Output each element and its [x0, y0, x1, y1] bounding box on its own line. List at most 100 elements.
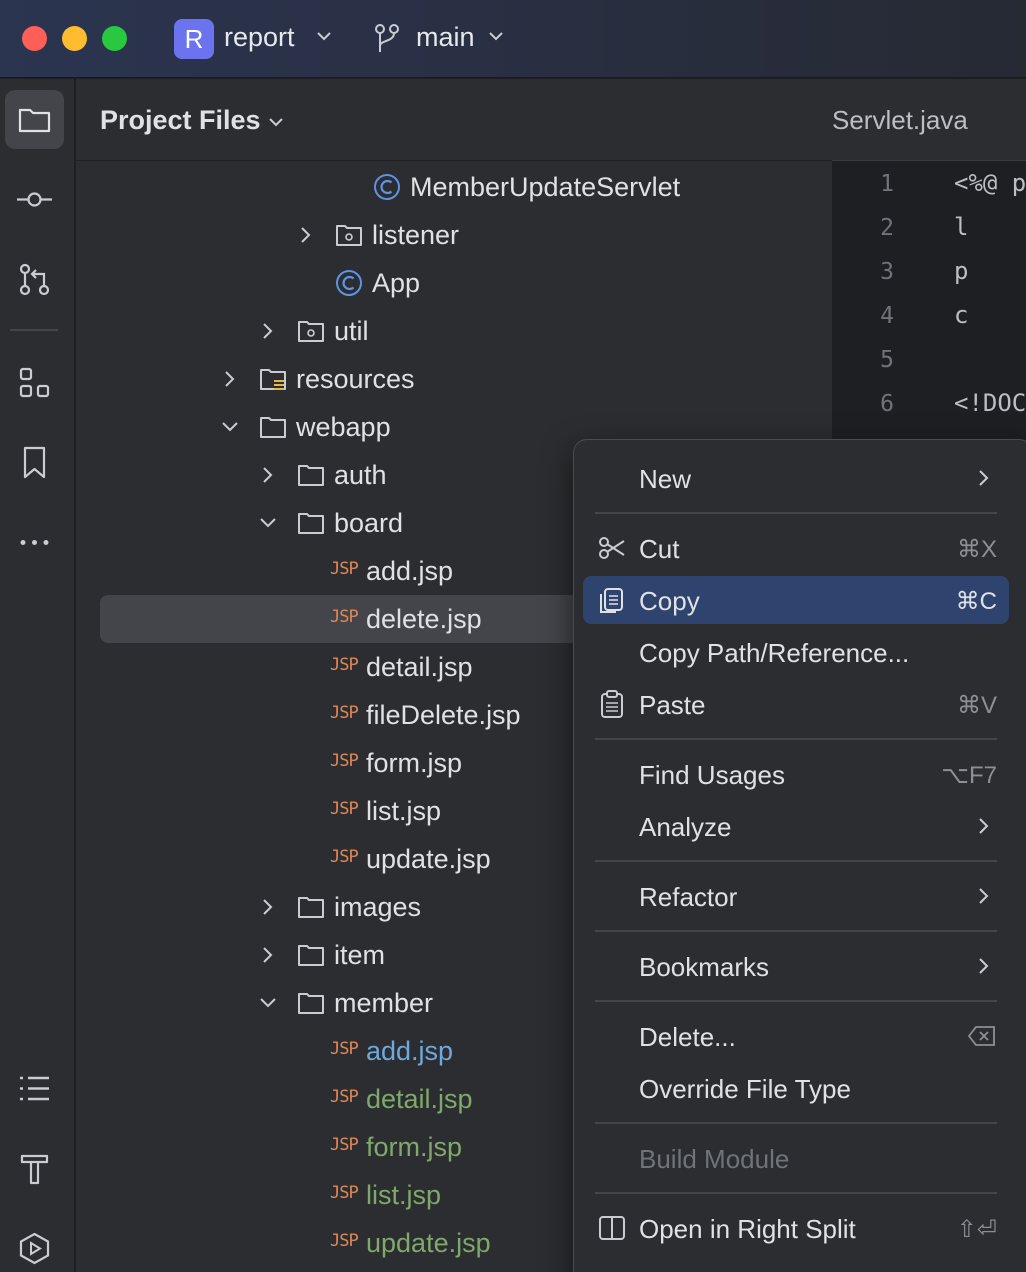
- chevron-down-icon[interactable]: [266, 112, 286, 132]
- jsp-file-icon: JSP: [330, 1231, 359, 1251]
- menu-item-new[interactable]: New: [583, 454, 1009, 502]
- menu-item-label: Refactor: [639, 882, 738, 912]
- git-branch-icon[interactable]: [372, 22, 402, 56]
- menu-item-override-file-type[interactable]: Override File Type: [583, 1064, 1009, 1112]
- context-menu: New Cut ⌘X Copy ⌘C Copy Path/Reference... Past…: [573, 439, 1026, 1272]
- branch-name[interactable]: main: [416, 22, 475, 53]
- menu-item-label: Analyze: [639, 812, 732, 842]
- tree-item-label: form.jsp: [366, 748, 463, 778]
- tree-item-label: auth: [334, 460, 387, 490]
- menu-item-build-module: Build Module: [583, 1134, 1009, 1182]
- tree-item[interactable]: MemberUpdateServlet: [76, 163, 832, 211]
- tree-item[interactable]: util: [76, 307, 832, 355]
- jsp-file-icon: JSP: [330, 1135, 359, 1155]
- tree-item-label: detail.jsp: [366, 652, 473, 682]
- folder-icon: [298, 945, 324, 966]
- menu-item-bookmarks[interactable]: Bookmarks: [583, 942, 1009, 990]
- jsp-file-icon: JSP: [330, 751, 359, 771]
- chevron-right-icon[interactable]: [256, 943, 280, 967]
- panel-title[interactable]: Project Files: [100, 105, 261, 136]
- menu-item-find-usages[interactable]: Find Usages ⌥F7: [583, 750, 1009, 798]
- menu-item-copy[interactable]: Copy ⌘C: [583, 576, 1009, 624]
- chevron-down-icon[interactable]: [314, 26, 334, 46]
- menu-item-refactor[interactable]: Refactor: [583, 872, 1009, 920]
- tree-item-label: resources: [296, 364, 415, 394]
- line-number: 4: [880, 303, 894, 329]
- minimize-window-button[interactable]: [62, 26, 87, 51]
- tree-item-label: item: [334, 940, 386, 970]
- tree-item-label: update.jsp: [366, 844, 491, 874]
- menu-separator: [595, 1122, 997, 1124]
- tree-item-label: list.jsp: [366, 1180, 442, 1210]
- menu-item-label: Open in Right Split: [639, 1214, 856, 1244]
- menu-item-shortcut: ⌘C: [955, 588, 997, 615]
- menu-separator: [595, 860, 997, 862]
- more-icon: [20, 540, 49, 545]
- chevron-down-icon[interactable]: [218, 415, 242, 439]
- structure-tool-button[interactable]: [5, 353, 64, 412]
- menu-item-analyze[interactable]: Analyze: [583, 802, 1009, 850]
- resources-folder-icon: [260, 369, 286, 390]
- menu-item-open-in-right-split[interactable]: Open in Right Split ⇧⏎: [583, 1204, 1009, 1252]
- tree-item-label: MemberUpdateServlet: [410, 172, 681, 202]
- menu-item-cut[interactable]: Cut ⌘X: [583, 524, 1009, 572]
- code-line: l: [954, 213, 969, 241]
- menu-item-paste[interactable]: Paste ⌘V: [583, 680, 1009, 728]
- bookmark-icon: [23, 446, 46, 479]
- menu-item-label: Copy Path/Reference...: [639, 638, 910, 668]
- chevron-down-icon[interactable]: [256, 511, 280, 535]
- folder-icon: [298, 513, 324, 534]
- project-name[interactable]: report: [224, 22, 295, 53]
- pull-requests-tool-button[interactable]: [5, 250, 64, 309]
- tree-item-label: update.jsp: [366, 1228, 491, 1258]
- project-badge[interactable]: R: [174, 19, 214, 59]
- menu-item-delete[interactable]: Delete...: [583, 1012, 1009, 1060]
- chevron-right-icon[interactable]: [256, 895, 280, 919]
- chevron-right-icon[interactable]: [294, 223, 318, 247]
- close-window-button[interactable]: [22, 26, 47, 51]
- tree-item-label: images: [334, 892, 422, 922]
- jsp-file-icon: JSP: [330, 847, 359, 867]
- menu-item-label: New: [639, 464, 692, 494]
- jsp-file-icon: JSP: [330, 1087, 359, 1107]
- package-icon: [336, 225, 362, 246]
- folder-icon: [260, 417, 286, 438]
- chevron-right-icon[interactable]: [256, 319, 280, 343]
- editor-tab[interactable]: Servlet.java: [832, 79, 1026, 161]
- tree-item-label: fileDelete.jsp: [366, 700, 521, 730]
- run-services-icon: [19, 1232, 50, 1265]
- structure-icon: [19, 367, 50, 398]
- more-tools-button[interactable]: [5, 513, 64, 572]
- strip-separator: [10, 329, 58, 331]
- bookmarks-tool-button[interactable]: [5, 433, 64, 492]
- menu-item-shortcut: ⇧⏎: [956, 1216, 997, 1243]
- chevron-right-icon[interactable]: [218, 367, 242, 391]
- chevron-right-icon[interactable]: [256, 463, 280, 487]
- tree-item[interactable]: resources: [76, 355, 832, 403]
- todo-tool-button[interactable]: [5, 1059, 64, 1118]
- tree-item[interactable]: listener: [76, 211, 832, 259]
- editor-tab-label: Servlet.java: [832, 105, 968, 135]
- chevron-down-icon[interactable]: [256, 991, 280, 1015]
- tree-item[interactable]: App: [76, 259, 832, 307]
- code-line: <!DOC: [954, 389, 1026, 417]
- chevron-down-icon[interactable]: [486, 26, 506, 46]
- build-tool-button[interactable]: [5, 1139, 64, 1198]
- menu-item-copy-path-reference[interactable]: Copy Path/Reference...: [583, 628, 1009, 676]
- line-number: 1: [880, 171, 894, 197]
- list-icon: [20, 1076, 49, 1101]
- panel-header: Project Files: [76, 79, 832, 161]
- scissors-icon: [599, 537, 625, 559]
- tree-item-label: util: [334, 316, 369, 346]
- split-icon: [599, 1216, 625, 1240]
- commit-tool-button[interactable]: [5, 170, 64, 229]
- class-icon: [336, 270, 362, 296]
- paste-icon: [601, 690, 623, 718]
- folder-icon: [298, 897, 324, 918]
- folder-icon: [298, 993, 324, 1014]
- copy-icon: [600, 588, 623, 613]
- jsp-file-icon: JSP: [330, 655, 359, 675]
- services-tool-button[interactable]: [5, 1219, 64, 1272]
- project-tool-button[interactable]: [5, 90, 64, 149]
- zoom-window-button[interactable]: [102, 26, 127, 51]
